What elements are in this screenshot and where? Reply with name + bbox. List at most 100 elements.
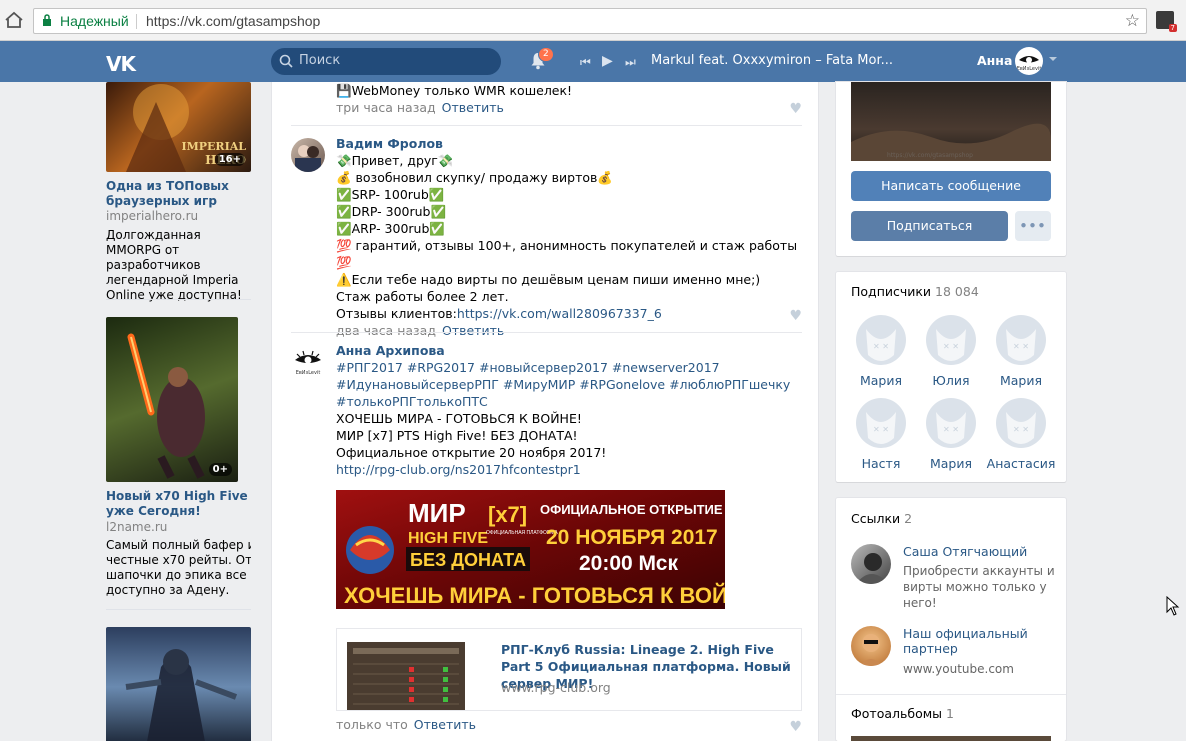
reply-link[interactable]: Ответить: [442, 323, 504, 338]
hashtags[interactable]: #ИдунановыйсерверРПГ #МируМИР #RPGonelov…: [336, 376, 802, 393]
like-heart-icon[interactable]: ♥: [789, 308, 802, 324]
url-text[interactable]: https://vk.com/gtasampshop: [146, 13, 320, 29]
post-line: Официальное открытие 20 ноября 2017!: [336, 445, 607, 460]
subscriber-name[interactable]: Настя: [846, 456, 916, 471]
subscriber-name[interactable]: Мария: [846, 373, 916, 388]
banner-no-donate: БЕЗ ДОНАТА: [410, 550, 526, 570]
post-line: МИР [x7] PTS High Five! БЕЗ ДОНАТА!: [336, 428, 578, 443]
author-avatar[interactable]: ЕвИзLevit: [291, 345, 325, 379]
post-time[interactable]: три часа назад: [336, 100, 436, 115]
block-divider: [836, 694, 1066, 695]
prev-track-icon[interactable]: ⏮: [580, 55, 591, 70]
user-avatar[interactable]: ЕвИзLevit: [1015, 47, 1043, 75]
post-time[interactable]: только что: [336, 717, 408, 732]
current-track[interactable]: Markul feat. Oxxxymiron – Fata Mor...: [651, 53, 893, 68]
user-name[interactable]: Анна: [977, 53, 1012, 68]
snippet-domain[interactable]: www.rpg-club.org: [501, 680, 611, 695]
link-title[interactable]: Саша Отягчающий: [903, 544, 1058, 559]
address-bar[interactable]: Надежный https://vk.com/gtasampshop ☆: [33, 8, 1147, 34]
bookmark-star-icon[interactable]: ☆: [1125, 11, 1140, 31]
ad-image-3[interactable]: [106, 627, 251, 741]
banner-high-five: HIGH FIVE: [408, 530, 488, 547]
subscriber-name[interactable]: Мария: [916, 456, 986, 471]
lock-icon: [43, 14, 51, 26]
vk-logo[interactable]: VK: [106, 52, 136, 76]
svg-text:✕ ✕: ✕ ✕: [873, 425, 889, 434]
ad-title[interactable]: Новый x70 High Five уже Сегодня!: [106, 489, 251, 519]
post-body: #РПГ2017 #RPG2017 #новыйсервер2017 #news…: [336, 359, 802, 478]
age-badge: 0+: [208, 463, 232, 476]
group-cover-photo[interactable]: https://vk.com/gtasampshop: [851, 82, 1051, 161]
link-avatar[interactable]: [851, 544, 891, 584]
age-badge: 16+: [214, 153, 245, 166]
deactivated-dog-avatar[interactable]: ✕ ✕: [856, 315, 906, 365]
post-time[interactable]: два часа назад: [336, 323, 436, 338]
ad-description: Самый полный бафер и честные x70 рейты. …: [106, 538, 251, 597]
link-title[interactable]: Наш официальный партнер: [903, 626, 1058, 656]
deactivated-dog-avatar[interactable]: ✕ ✕: [856, 398, 906, 448]
ad-title[interactable]: Одна из ТОПовых браузерных игр: [106, 179, 251, 209]
post-author[interactable]: Анна Архипова: [336, 343, 802, 358]
ad-domain[interactable]: l2name.ru: [106, 520, 167, 534]
ad-image-1[interactable]: IMPERIALHERO 16+: [106, 82, 251, 172]
subscribers-count: 18 084: [935, 284, 979, 299]
hashtags[interactable]: #РПГ2017 #RPG2017 #новыйсервер2017 #news…: [336, 359, 802, 376]
ad-divider: [106, 299, 251, 300]
link-description: Приобрести аккаунты и вирты можно только…: [903, 564, 1055, 610]
ad-description: Долгожданная MMORPG от разработчиков лег…: [106, 228, 242, 302]
links-count: 2: [904, 511, 913, 526]
link-snippet[interactable]: РПГ-Клуб Russia: Lineage 2. High Five Pa…: [336, 628, 802, 711]
subscriber-name[interactable]: Анастасия: [986, 456, 1056, 471]
play-icon[interactable]: ▶: [602, 53, 613, 69]
ad-image-2[interactable]: 0+: [106, 317, 238, 482]
svg-text:ЕвИзLevit: ЕвИзLevit: [296, 370, 321, 376]
notifications-button[interactable]: 2: [530, 47, 554, 73]
subscriber-name[interactable]: Мария: [986, 373, 1056, 388]
subscriber[interactable]: ✕ ✕ Мария: [916, 398, 986, 471]
svg-text:✕ ✕: ✕ ✕: [1013, 342, 1029, 351]
post-author[interactable]: Вадим Фролов: [336, 136, 802, 151]
subscriber[interactable]: ✕ ✕ Настя: [846, 398, 916, 471]
post-line: ⚠️Если тебе надо вирты по дешёвым ценам …: [336, 272, 761, 287]
next-track-icon[interactable]: ⏭: [625, 55, 636, 70]
search-input[interactable]: Поиск: [271, 48, 501, 75]
snippet-thumbnail[interactable]: [347, 642, 465, 710]
link-item[interactable]: Наш официальный партнер www.youtube.com: [851, 626, 1056, 680]
home-icon[interactable]: [4, 11, 24, 29]
like-heart-icon[interactable]: ♥: [789, 719, 802, 735]
links-header[interactable]: Ссылки 2: [851, 511, 912, 526]
more-actions-button[interactable]: •••: [1015, 211, 1051, 241]
albums-header[interactable]: Фотоальбомы 1: [851, 706, 954, 721]
author-avatar[interactable]: [291, 138, 325, 172]
subscribers-header[interactable]: Подписчики 18 084: [851, 284, 979, 299]
wall: 💾WebMoney только WMR кошелек! три часа н…: [271, 82, 819, 741]
link-item[interactable]: Саша Отягчающий Приобрести аккаунты и ви…: [851, 544, 1056, 614]
subscriber[interactable]: ✕ ✕ Юлия: [916, 315, 986, 388]
chevron-down-icon[interactable]: [1049, 57, 1057, 61]
deactivated-dog-avatar[interactable]: ✕ ✕: [996, 315, 1046, 365]
deactivated-dog-avatar[interactable]: ✕ ✕: [926, 398, 976, 448]
ad-domain[interactable]: imperialhero.ru: [106, 209, 198, 223]
hashtags[interactable]: #толькоРПГтолькоПТС: [336, 393, 802, 410]
subscribe-button[interactable]: Подписаться: [851, 211, 1008, 241]
deactivated-dog-avatar[interactable]: ✕ ✕: [926, 315, 976, 365]
extension-icon[interactable]: 7: [1156, 11, 1177, 32]
svg-text:IMPERIAL: IMPERIAL: [181, 140, 246, 153]
reply-link[interactable]: Ответить: [442, 100, 504, 115]
album-thumbnail[interactable]: [851, 736, 1051, 741]
reply-link[interactable]: Ответить: [414, 717, 476, 732]
subscriber[interactable]: ✕ ✕ Мария: [846, 315, 916, 388]
deactivated-dog-avatar[interactable]: ✕ ✕: [996, 398, 1046, 448]
post-image-banner[interactable]: МИР [x7] HIGH FIVE ОФИЦИАЛЬНАЯ ПЛАТФОРМА…: [336, 490, 725, 609]
link-avatar[interactable]: [851, 626, 891, 666]
photo-watermark: https://vk.com/gtasampshop: [887, 152, 973, 159]
like-heart-icon[interactable]: ♥: [789, 101, 802, 117]
subscriber-name[interactable]: Юлия: [916, 373, 986, 388]
write-message-button[interactable]: Написать сообщение: [851, 171, 1051, 201]
banner-x7: [x7]: [488, 502, 527, 527]
subscriber[interactable]: ✕ ✕ Анастасия: [986, 398, 1056, 471]
mouse-cursor-icon: [1166, 596, 1180, 616]
post-link[interactable]: http://rpg-club.org/ns2017hfcontestpr1: [336, 461, 802, 478]
reviews-link[interactable]: https://vk.com/wall280967337_6: [457, 306, 662, 321]
subscriber[interactable]: ✕ ✕ Мария: [986, 315, 1056, 388]
